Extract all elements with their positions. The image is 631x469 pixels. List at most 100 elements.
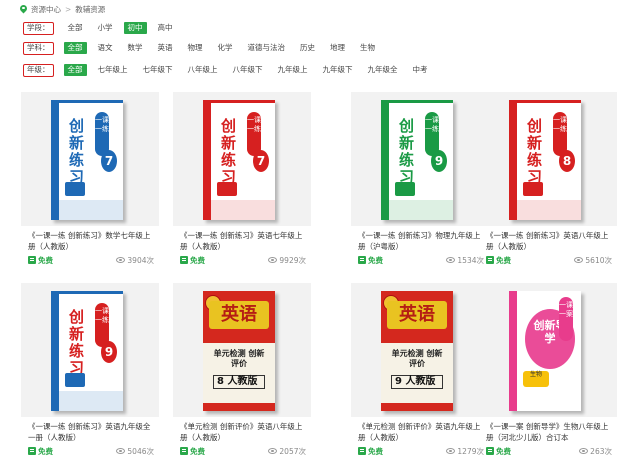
cover-subject: 英语 bbox=[209, 301, 269, 329]
filter-option[interactable]: 中考 bbox=[409, 64, 432, 76]
book-meta: 免费 2057次 bbox=[180, 446, 306, 456]
filter-option[interactable]: 全部 bbox=[64, 22, 87, 34]
filter-option[interactable]: 初中 bbox=[123, 22, 147, 34]
filter-option[interactable]: 七年级上 bbox=[94, 64, 132, 76]
filter-key: 年级： bbox=[23, 63, 54, 77]
book-title-link[interactable]: 《一课一练 创新练习》英语七年级上册（人教版） bbox=[180, 230, 308, 252]
filter-option[interactable]: 九年级上 bbox=[274, 64, 312, 76]
free-label: 免费 bbox=[190, 446, 205, 456]
download-icon bbox=[28, 447, 36, 455]
book-card[interactable]: 英语 单元检测 创新评价 9 人教版 《单元检测 创新评价》英语九年级上册（人教版） 免… bbox=[351, 283, 489, 461]
download-icon bbox=[358, 256, 366, 264]
free-label: 免费 bbox=[368, 446, 383, 456]
filter-option[interactable]: 八年级上 bbox=[184, 64, 222, 76]
filter-option[interactable]: 地理 bbox=[326, 42, 349, 54]
book-title-link[interactable]: 《单元检测 创新评价》英语九年级上册（人教版） bbox=[358, 421, 486, 443]
eye-icon bbox=[268, 257, 278, 263]
cover-badge: 一课一案 bbox=[559, 297, 573, 341]
book-cover-thumbnail[interactable]: 创新导学 生物 一课一案 bbox=[479, 283, 617, 417]
cover-title: 单元检测 创新评价 bbox=[391, 349, 443, 368]
filter-row-1: 学科： 全部 语文 数学 英语 物理 化学 道德与法治 历史 地理 生物 bbox=[23, 41, 386, 55]
filter-option[interactable]: 八年级下 bbox=[229, 64, 267, 76]
book-cover: 创新练习 一课一练 9 bbox=[51, 291, 123, 411]
book-card[interactable]: 创新练习 一课一练 9 《一课一练 创新练习》物理九年级上册（沪粤版） 免费 1534次 bbox=[351, 92, 489, 270]
book-title-link[interactable]: 《单元检测 创新评价》英语八年级上册（人教版） bbox=[180, 421, 308, 443]
filter-option[interactable]: 生物 bbox=[356, 42, 379, 54]
cover-subject: 英语 bbox=[387, 301, 447, 329]
filter-key: 学段： bbox=[23, 21, 54, 35]
filter-option[interactable]: 高中 bbox=[154, 22, 177, 34]
filter-option[interactable]: 历史 bbox=[296, 42, 319, 54]
book-cover: 英语单元检测 创新评价 8 人教版 bbox=[203, 291, 275, 411]
book-title-link[interactable]: 《一课一练 创新练习》数学七年级上册（人教版） bbox=[28, 230, 156, 252]
filter-option[interactable]: 语文 bbox=[94, 42, 117, 54]
book-cover: 创新练习 一课一练 9 bbox=[381, 100, 453, 220]
free-label: 免费 bbox=[38, 255, 53, 265]
view-count: 2057次 bbox=[268, 446, 306, 457]
location-pin-icon bbox=[20, 5, 27, 14]
filter-option[interactable]: 七年级下 bbox=[139, 64, 177, 76]
download-icon bbox=[180, 447, 188, 455]
filter-option[interactable]: 化学 bbox=[214, 42, 237, 54]
free-badge: 免费 bbox=[486, 446, 511, 457]
grade-number: 8 人教版 bbox=[213, 375, 265, 389]
eye-icon bbox=[446, 257, 456, 263]
view-count-value: 2057次 bbox=[279, 446, 306, 456]
book-card[interactable]: 创新导学 生物 一课一案《一课一案 创新导学》生物八年级上册（河北少儿版）合订本免费… bbox=[479, 283, 617, 461]
cover-title: 单元检测 创新评价 bbox=[213, 349, 265, 368]
book-card[interactable]: 创新练习 一课一练 8 《一课一练 创新练习》英语八年级上册（人教版） 免费 5610次 bbox=[479, 92, 617, 270]
book-meta: 免费 5046次 bbox=[28, 446, 154, 456]
book-meta: 免费 1279次 bbox=[358, 446, 484, 456]
free-badge: 免费 bbox=[486, 255, 511, 266]
book-cover-thumbnail[interactable]: 创新练习 一课一练 9 bbox=[351, 92, 489, 226]
book-cover-thumbnail[interactable]: 创新练习 一课一练 9 bbox=[21, 283, 159, 417]
book-card[interactable]: 创新练习 一课一练 9 《一课一练 创新练习》英语九年级全一册（人教版） 免费 5046次 bbox=[21, 283, 159, 461]
view-count: 3904次 bbox=[116, 255, 154, 266]
book-card[interactable]: 英语单元检测 创新评价 8 人教版《单元检测 创新评价》英语八年级上册（人教版） 免… bbox=[173, 283, 311, 461]
eye-icon bbox=[116, 257, 126, 263]
book-meta: 免费 9929次 bbox=[180, 255, 306, 265]
book-cover: 创新导学 生物 一课一案 bbox=[509, 291, 581, 411]
filter-option[interactable]: 全部 bbox=[63, 42, 87, 54]
view-count-value: 5610次 bbox=[585, 255, 612, 265]
book-title-link[interactable]: 《一课一练 创新练习》英语九年级全一册（人教版） bbox=[28, 421, 156, 443]
book-cover-thumbnail[interactable]: 英语 单元检测 创新评价 9 人教版 bbox=[351, 283, 489, 417]
view-count-value: 3904次 bbox=[127, 255, 154, 265]
filter-key: 学科： bbox=[23, 41, 54, 55]
book-cover-thumbnail[interactable]: 创新练习 一课一练 7 bbox=[173, 92, 311, 226]
eye-icon bbox=[574, 257, 584, 263]
free-badge: 免费 bbox=[28, 446, 53, 457]
book-cover: 创新练习 一课一练 7 bbox=[51, 100, 123, 220]
view-count-value: 5046次 bbox=[127, 446, 154, 456]
filter-option[interactable]: 小学 bbox=[94, 22, 117, 34]
free-badge: 免费 bbox=[358, 446, 383, 457]
grade-number: 7 bbox=[101, 150, 117, 172]
book-cover: 英语 单元检测 创新评价 9 人教版 bbox=[381, 291, 453, 411]
book-title-link[interactable]: 《一课一练 创新练习》英语八年级上册（人教版） bbox=[486, 230, 614, 252]
cover-title: 创新练习 bbox=[527, 117, 543, 186]
book-cover: 创新练习 一课一练 8 bbox=[509, 100, 581, 220]
book-cover-thumbnail[interactable]: 创新练习 一课一练 7 bbox=[21, 92, 159, 226]
cover-title: 创新练习 bbox=[399, 117, 415, 186]
free-label: 免费 bbox=[496, 446, 511, 456]
breadcrumb-home[interactable]: 资源中心 bbox=[31, 4, 61, 15]
breadcrumb-current[interactable]: 教辅资源 bbox=[75, 4, 105, 15]
filter-option[interactable]: 全部 bbox=[63, 64, 87, 76]
book-cover-thumbnail[interactable]: 英语单元检测 创新评价 8 人教版 bbox=[173, 283, 311, 417]
filter-option[interactable]: 九年级全 bbox=[364, 64, 402, 76]
filter-option[interactable]: 道德与法治 bbox=[244, 42, 290, 54]
filter-option[interactable]: 数学 bbox=[124, 42, 147, 54]
book-title-link[interactable]: 《一课一案 创新导学》生物八年级上册（河北少儿版）合订本 bbox=[486, 421, 614, 443]
eye-icon bbox=[579, 448, 589, 454]
free-badge: 免费 bbox=[180, 446, 205, 457]
filter-option[interactable]: 物理 bbox=[184, 42, 207, 54]
breadcrumb-separator: > bbox=[65, 4, 72, 14]
book-cover-thumbnail[interactable]: 创新练习 一课一练 8 bbox=[479, 92, 617, 226]
cover-title: 创新练习 bbox=[221, 117, 237, 186]
breadcrumb: 资源中心 > 教辅资源 bbox=[20, 3, 105, 15]
book-card[interactable]: 创新练习 一课一练 7 《一课一练 创新练习》英语七年级上册（人教版） 免费 9929次 bbox=[173, 92, 311, 270]
filter-option[interactable]: 英语 bbox=[154, 42, 177, 54]
book-title-link[interactable]: 《一课一练 创新练习》物理九年级上册（沪粤版） bbox=[358, 230, 486, 252]
book-card[interactable]: 创新练习 一课一练 7 《一课一练 创新练习》数学七年级上册（人教版） 免费 3904次 bbox=[21, 92, 159, 270]
filter-option[interactable]: 九年级下 bbox=[319, 64, 357, 76]
